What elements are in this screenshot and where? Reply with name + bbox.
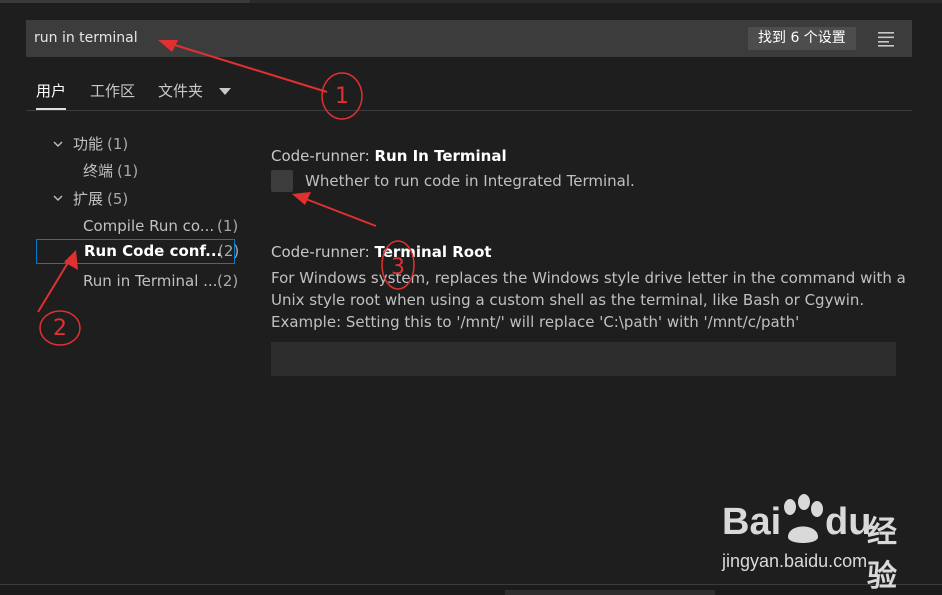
tree-group-count: (1): [107, 135, 129, 153]
run-in-terminal-checkbox[interactable]: [271, 170, 293, 192]
setting-title: Code-runner: Run In Terminal: [271, 147, 507, 165]
tab-folder[interactable]: 文件夹: [158, 74, 203, 108]
setting-category: Code-runner:: [271, 243, 375, 261]
settings-editor: run in terminal 找到 6 个设置 用户 工作区 文件夹 功能 (1…: [0, 0, 942, 595]
annotation-label-1: 1: [335, 84, 349, 109]
settings-search-input[interactable]: run in terminal: [34, 20, 138, 57]
tree-item-count: (1): [117, 162, 139, 180]
bottom-bar: [0, 585, 942, 595]
top-strip: [0, 0, 942, 3]
chevron-down-icon[interactable]: [53, 193, 63, 203]
clear-filter-icon[interactable]: [877, 30, 897, 47]
settings-search-bar[interactable]: run in terminal 找到 6 个设置: [26, 20, 912, 57]
annotation-label-2: 2: [53, 316, 67, 341]
annotation-label-3: 3: [391, 255, 405, 280]
tree-item-run-in-terminal[interactable]: Run in Terminal ... (2): [36, 269, 239, 293]
tree-item-label: Run in Terminal ...: [83, 272, 218, 290]
tree-group-count: (5): [107, 190, 129, 208]
tree-item-compile-run[interactable]: Compile Run co... (1): [36, 214, 239, 238]
folder-dropdown-chevron-icon[interactable]: [219, 88, 231, 95]
setting-description: For Windows system, replaces the Windows…: [271, 269, 906, 331]
setting-category: Code-runner:: [271, 147, 375, 165]
watermark-brand-cn: 经验: [867, 515, 897, 594]
baidu-paw-icon: [784, 494, 823, 543]
top-strip-segment: [0, 0, 250, 3]
chevron-down-icon[interactable]: [53, 139, 63, 149]
tree-group-extensions[interactable]: 扩展 (5): [73, 187, 128, 211]
baidu-jingyan-watermark: Bai du 经验 jingyan.baidu.com: [722, 493, 922, 594]
tree-item-label: 终端: [83, 162, 114, 180]
tree-group-label: 扩展: [73, 190, 104, 208]
tree-group-features[interactable]: 功能 (1): [73, 132, 128, 156]
watermark-url: jingyan.baidu.com: [722, 551, 868, 571]
tree-item-count: (2): [218, 242, 240, 260]
setting-title: Code-runner: Terminal Root: [271, 243, 492, 261]
tree-item-label: Compile Run co...: [83, 217, 215, 235]
setting-name: Run In Terminal: [374, 147, 507, 165]
tree-item-count: (2): [217, 272, 239, 290]
tree-item-count: (1): [217, 217, 239, 235]
settings-scope-tabs: 用户 工作区 文件夹: [26, 74, 912, 111]
tree-item-run-code-config[interactable]: Run Code conf... (2): [36, 239, 239, 264]
horizontal-scrollbar-thumb[interactable]: [505, 590, 715, 595]
setting-description: Whether to run code in Integrated Termin…: [305, 172, 635, 190]
tree-item-terminal[interactable]: 终端 (1): [83, 159, 138, 183]
tab-user[interactable]: 用户: [36, 74, 67, 110]
tab-workspace[interactable]: 工作区: [90, 74, 135, 108]
terminal-root-input[interactable]: [271, 342, 896, 376]
search-result-count-badge: 找到 6 个设置: [748, 27, 856, 50]
watermark-brand-left: Bai: [722, 501, 782, 543]
tree-item-label: Run Code conf...: [84, 242, 223, 260]
tree-group-label: 功能: [73, 135, 104, 153]
watermark-brand-right: du: [825, 501, 872, 543]
